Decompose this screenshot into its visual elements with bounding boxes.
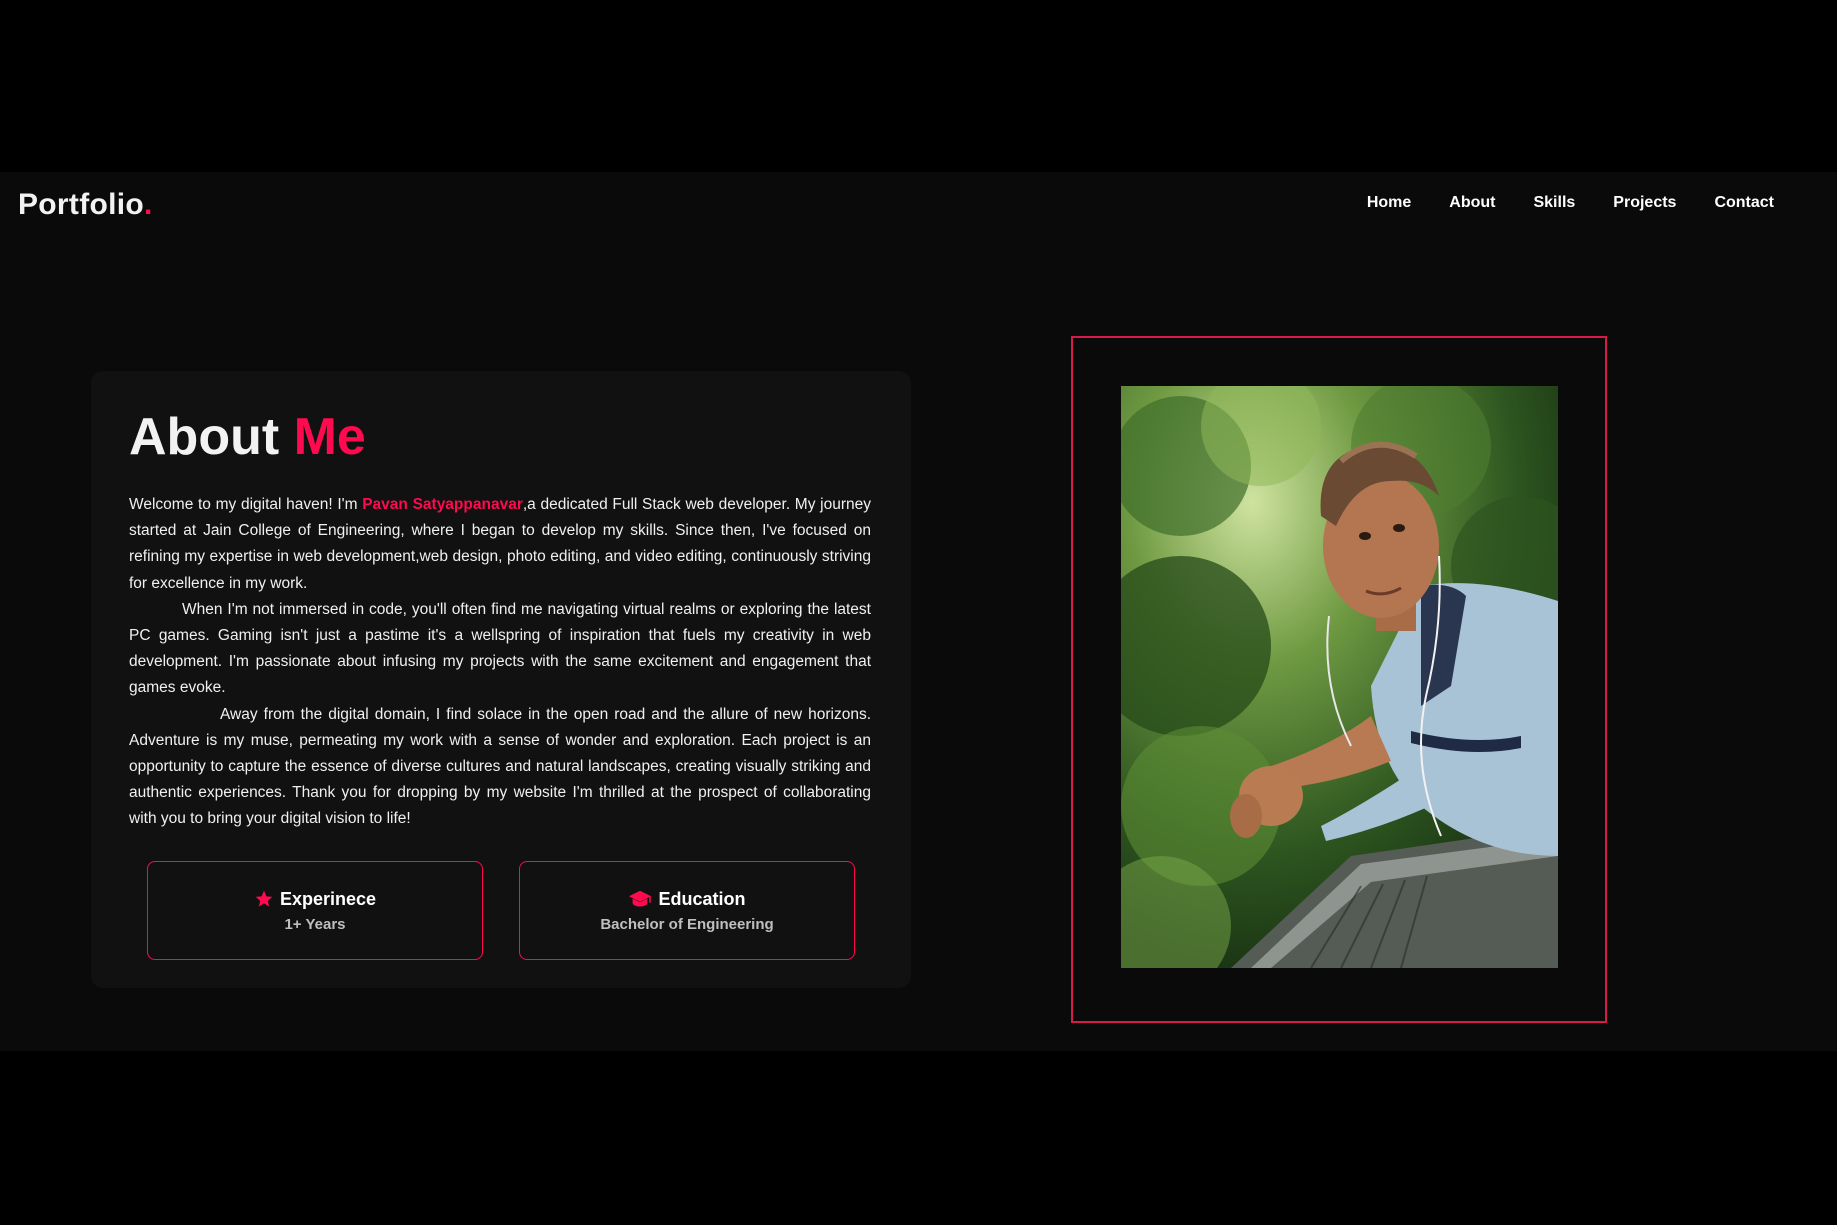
nav-link-home[interactable]: Home: [1348, 194, 1430, 212]
about-name-highlight: Pavan Satyappanavar: [362, 496, 523, 513]
nav-link-about[interactable]: About: [1430, 194, 1514, 212]
photo-frame: [1071, 336, 1607, 1023]
star-icon: [254, 889, 274, 909]
about-paragraph-1: Welcome to my digital haven! I'm Pavan S…: [129, 492, 871, 597]
education-card[interactable]: Education Bachelor of Engineering: [519, 861, 855, 960]
education-card-header: Education: [628, 888, 746, 910]
experience-title: Experinece: [279, 888, 377, 909]
nav-link-contact[interactable]: Contact: [1695, 194, 1793, 212]
education-value: Bachelor of Engineering: [600, 915, 774, 933]
experience-card-header: Experinece: [254, 889, 376, 910]
about-paragraph-3: Away from the digital domain, I find sol…: [129, 705, 871, 828]
experience-card[interactable]: Experinece 1+ Years: [147, 861, 483, 960]
graduation-cap-icon: [628, 889, 652, 909]
portfolio-page: Portfolio. Home About Skills Projects Co…: [0, 172, 1837, 1051]
profile-photo: [1121, 386, 1558, 968]
about-text: Welcome to my digital haven! I'm Pavan S…: [129, 492, 871, 833]
brand-dot: .: [144, 188, 153, 221]
nav-link-skills[interactable]: Skills: [1514, 194, 1594, 212]
about-p1-intro: Welcome to my digital haven! I'm: [129, 496, 363, 513]
about-card: About Me Welcome to my digital haven! I'…: [91, 371, 911, 988]
experience-value: 1+ Years: [284, 915, 346, 933]
nav-link-projects[interactable]: Projects: [1594, 194, 1695, 212]
about-title-accent: Me: [293, 408, 366, 466]
education-title: Education: [658, 888, 746, 909]
brand-logo[interactable]: Portfolio.: [18, 188, 153, 222]
brand-name: Portfolio: [18, 188, 145, 221]
about-title: About Me: [129, 407, 366, 467]
about-paragraph-2: When I'm not immersed in code, you'll of…: [129, 600, 871, 697]
about-title-main: About: [129, 408, 294, 466]
main-nav: Home About Skills Projects Contact: [1348, 194, 1793, 212]
